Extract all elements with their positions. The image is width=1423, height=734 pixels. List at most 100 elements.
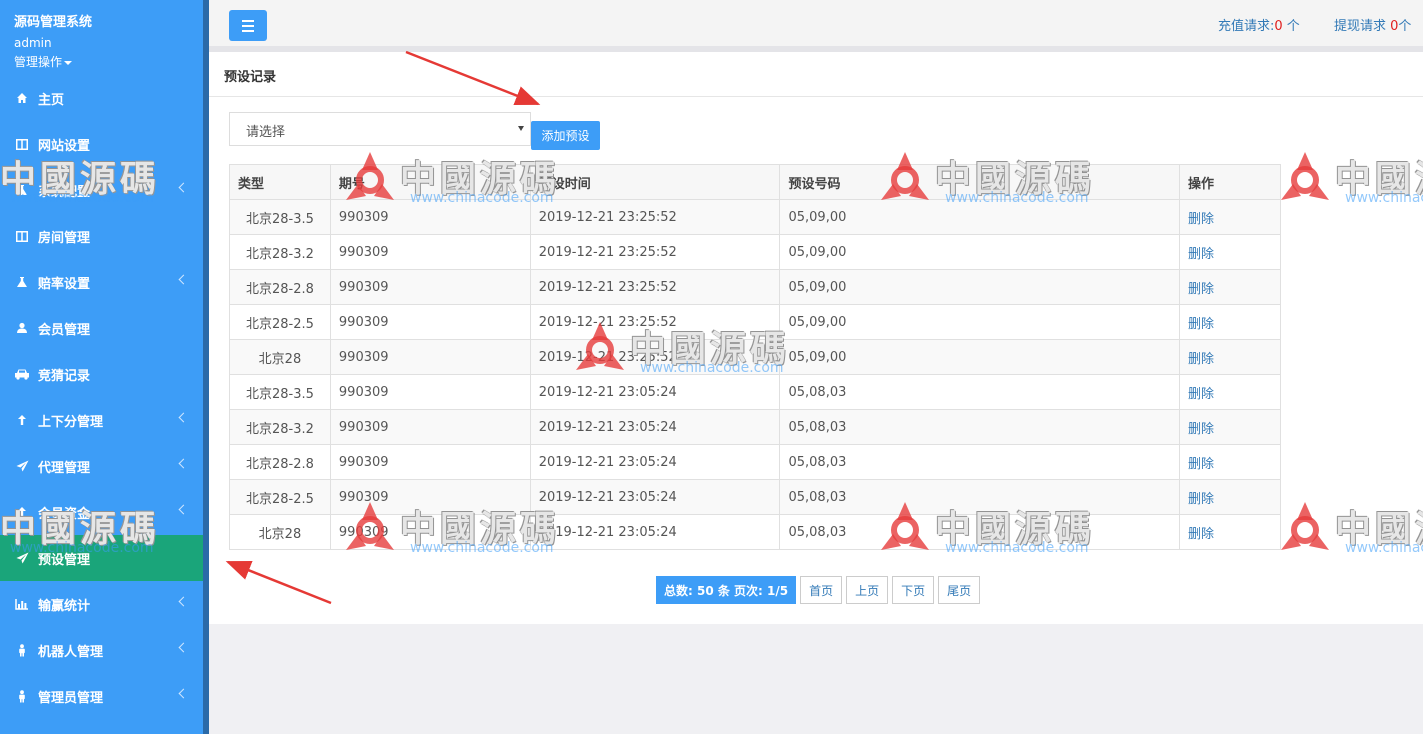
sidebar-item-6[interactable]: 竞猜记录	[0, 351, 203, 397]
sidebar-item-label: 竞猜记录	[38, 368, 91, 384]
top-header: 充值请求:0 个 提现请求 0个	[209, 0, 1423, 46]
header-operation: 操作	[1179, 164, 1281, 200]
cell-operation: 删除	[1179, 444, 1281, 480]
cell-time: 2019-12-21 23:25:52	[529, 234, 781, 270]
prev-page-button[interactable]: 上页	[846, 576, 889, 604]
table-row: 北京28-2.5 990309 2019-12-21 23:05:24 05,08,0…	[229, 479, 1281, 515]
last-page-button[interactable]: 尾页	[938, 576, 981, 604]
table-body: 北京28-3.5 990309 2019-12-21 23:25:52 05,09,0…	[229, 199, 1281, 550]
first-page-button[interactable]: 首页	[800, 576, 843, 604]
select-arrow-icon	[518, 126, 524, 131]
sidebar-item-8[interactable]: 代理管理	[0, 443, 203, 489]
cell-issue: 990309	[329, 514, 531, 550]
cell-code: 05,09,00	[779, 304, 1181, 340]
user-icon	[14, 320, 30, 336]
add-preset-button[interactable]: 添加预设	[531, 121, 600, 150]
chevron-left-icon	[178, 642, 189, 653]
header-type: 类型	[229, 164, 331, 200]
cell-time: 2019-12-21 23:25:52	[529, 199, 781, 235]
recharge-requests-link[interactable]: 充值请求:0 个	[1218, 15, 1300, 34]
chevron-left-icon	[178, 412, 189, 423]
sidebar-item-3[interactable]: 房间管理	[0, 213, 203, 259]
delete-link[interactable]: 删除	[1188, 352, 1214, 367]
table-row: 北京28 990309 2019-12-21 23:05:24 05,08,03 删除	[229, 514, 1281, 550]
type-select[interactable]: 请选择	[229, 112, 531, 146]
header-time: 预设时间	[529, 164, 781, 200]
cell-time: 2019-12-21 23:05:24	[529, 374, 781, 410]
sidebar-item-label: 会员资金	[38, 506, 91, 522]
cell-type: 北京28-2.5	[229, 479, 331, 515]
cell-type: 北京28-2.8	[229, 444, 331, 480]
cell-time: 2019-12-21 23:05:24	[529, 479, 781, 515]
sidebar-item-5[interactable]: 会员管理	[0, 305, 203, 351]
arrow-up-icon	[14, 412, 30, 428]
cell-issue: 990309	[329, 199, 531, 235]
sidebar-item-label: 代理管理	[38, 460, 91, 476]
cell-code: 05,09,00	[779, 269, 1181, 305]
panel-divider	[209, 96, 1423, 97]
paper-plane-icon	[14, 550, 30, 566]
sidebar-item-7[interactable]: 上下分管理	[0, 397, 203, 443]
sidebar-item-4[interactable]: 赔率设置	[0, 259, 203, 305]
delete-link[interactable]: 删除	[1188, 247, 1214, 262]
cell-type: 北京28-2.8	[229, 269, 331, 305]
cell-code: 05,09,00	[779, 199, 1181, 235]
sidebar-item-label: 主页	[38, 92, 65, 108]
cell-operation: 删除	[1179, 479, 1281, 515]
chevron-left-icon	[178, 504, 189, 515]
person-icon	[14, 688, 30, 704]
delete-link[interactable]: 删除	[1188, 282, 1214, 297]
cell-operation: 删除	[1179, 269, 1281, 305]
caret-down-icon	[64, 60, 73, 65]
sidebar-item-11[interactable]: 输赢统计	[0, 581, 203, 627]
cell-issue: 990309	[329, 479, 531, 515]
sidebar-item-12[interactable]: 机器人管理	[0, 627, 203, 673]
chevron-left-icon	[178, 458, 189, 469]
pagination-summary: 总数: 50 条 页次: 1/5	[656, 576, 797, 604]
delete-link[interactable]: 删除	[1188, 492, 1214, 507]
cell-time: 2019-12-21 23:25:52	[529, 269, 781, 305]
delete-link[interactable]: 删除	[1188, 527, 1214, 542]
cell-type: 北京28-3.5	[229, 199, 331, 235]
panel-title: 预设记录	[224, 70, 277, 85]
flask-icon	[14, 274, 30, 290]
sidebar-item-9[interactable]: 会员资金	[0, 489, 203, 535]
brand-title: 源码管理系统	[14, 15, 93, 30]
cell-type: 北京28-2.5	[229, 304, 331, 340]
menu-toggle-button[interactable]	[229, 10, 267, 41]
delete-link[interactable]: 删除	[1188, 212, 1214, 227]
cell-time: 2019-12-21 23:05:24	[529, 514, 781, 550]
hamburger-icon	[242, 19, 254, 22]
delete-link[interactable]: 删除	[1188, 317, 1214, 332]
delete-link[interactable]: 删除	[1188, 457, 1214, 472]
sidebar-nav: 主页网站设置 系统配置 房间管理 赔率设置 会员管理竞猜记录上下分管理代理管理会员资金预…	[0, 75, 203, 719]
next-page-button[interactable]: 下页	[892, 576, 935, 604]
sidebar-item-label: 预设管理	[38, 552, 91, 568]
cell-operation: 删除	[1179, 234, 1281, 270]
person-icon	[14, 642, 30, 658]
hamburger-icon-bar	[242, 24, 254, 27]
table-row: 北京28-2.5 990309 2019-12-21 23:25:52 05,09,0…	[229, 304, 1281, 340]
manage-dropdown[interactable]: 管理操作	[14, 53, 73, 70]
cell-type: 北京28	[229, 339, 331, 375]
chevron-left-icon	[178, 688, 189, 699]
table-row: 北京28-2.8 990309 2019-12-21 23:05:24 05,08,0…	[229, 444, 1281, 480]
manage-label: 管理操作	[14, 55, 63, 69]
delete-link[interactable]: 删除	[1188, 387, 1214, 402]
sidebar-item-13[interactable]: 管理员管理	[0, 673, 203, 719]
cell-type: 北京28-3.5	[229, 374, 331, 410]
pagination: 总数: 50 条 页次: 1/5 首页 上页 下页 尾页	[656, 576, 981, 604]
cell-type: 北京28-3.2	[229, 409, 331, 445]
sidebar-item-1[interactable]: 网站设置	[0, 121, 203, 167]
cell-time: 2019-12-21 23:25:52	[529, 339, 781, 375]
home-icon	[14, 90, 30, 106]
sidebar-item-10[interactable]: 预设管理	[0, 535, 203, 581]
withdraw-requests-link[interactable]: 提现请求 0个	[1334, 15, 1411, 34]
sidebar-item-label: 管理员管理	[38, 690, 104, 706]
flask-icon	[14, 182, 30, 198]
recharge-label: 充值请求:	[1218, 19, 1275, 34]
cell-issue: 990309	[329, 374, 531, 410]
sidebar-item-0[interactable]: 主页	[0, 75, 203, 121]
sidebar-item-2[interactable]: 系统配置	[0, 167, 203, 213]
delete-link[interactable]: 删除	[1188, 422, 1214, 437]
